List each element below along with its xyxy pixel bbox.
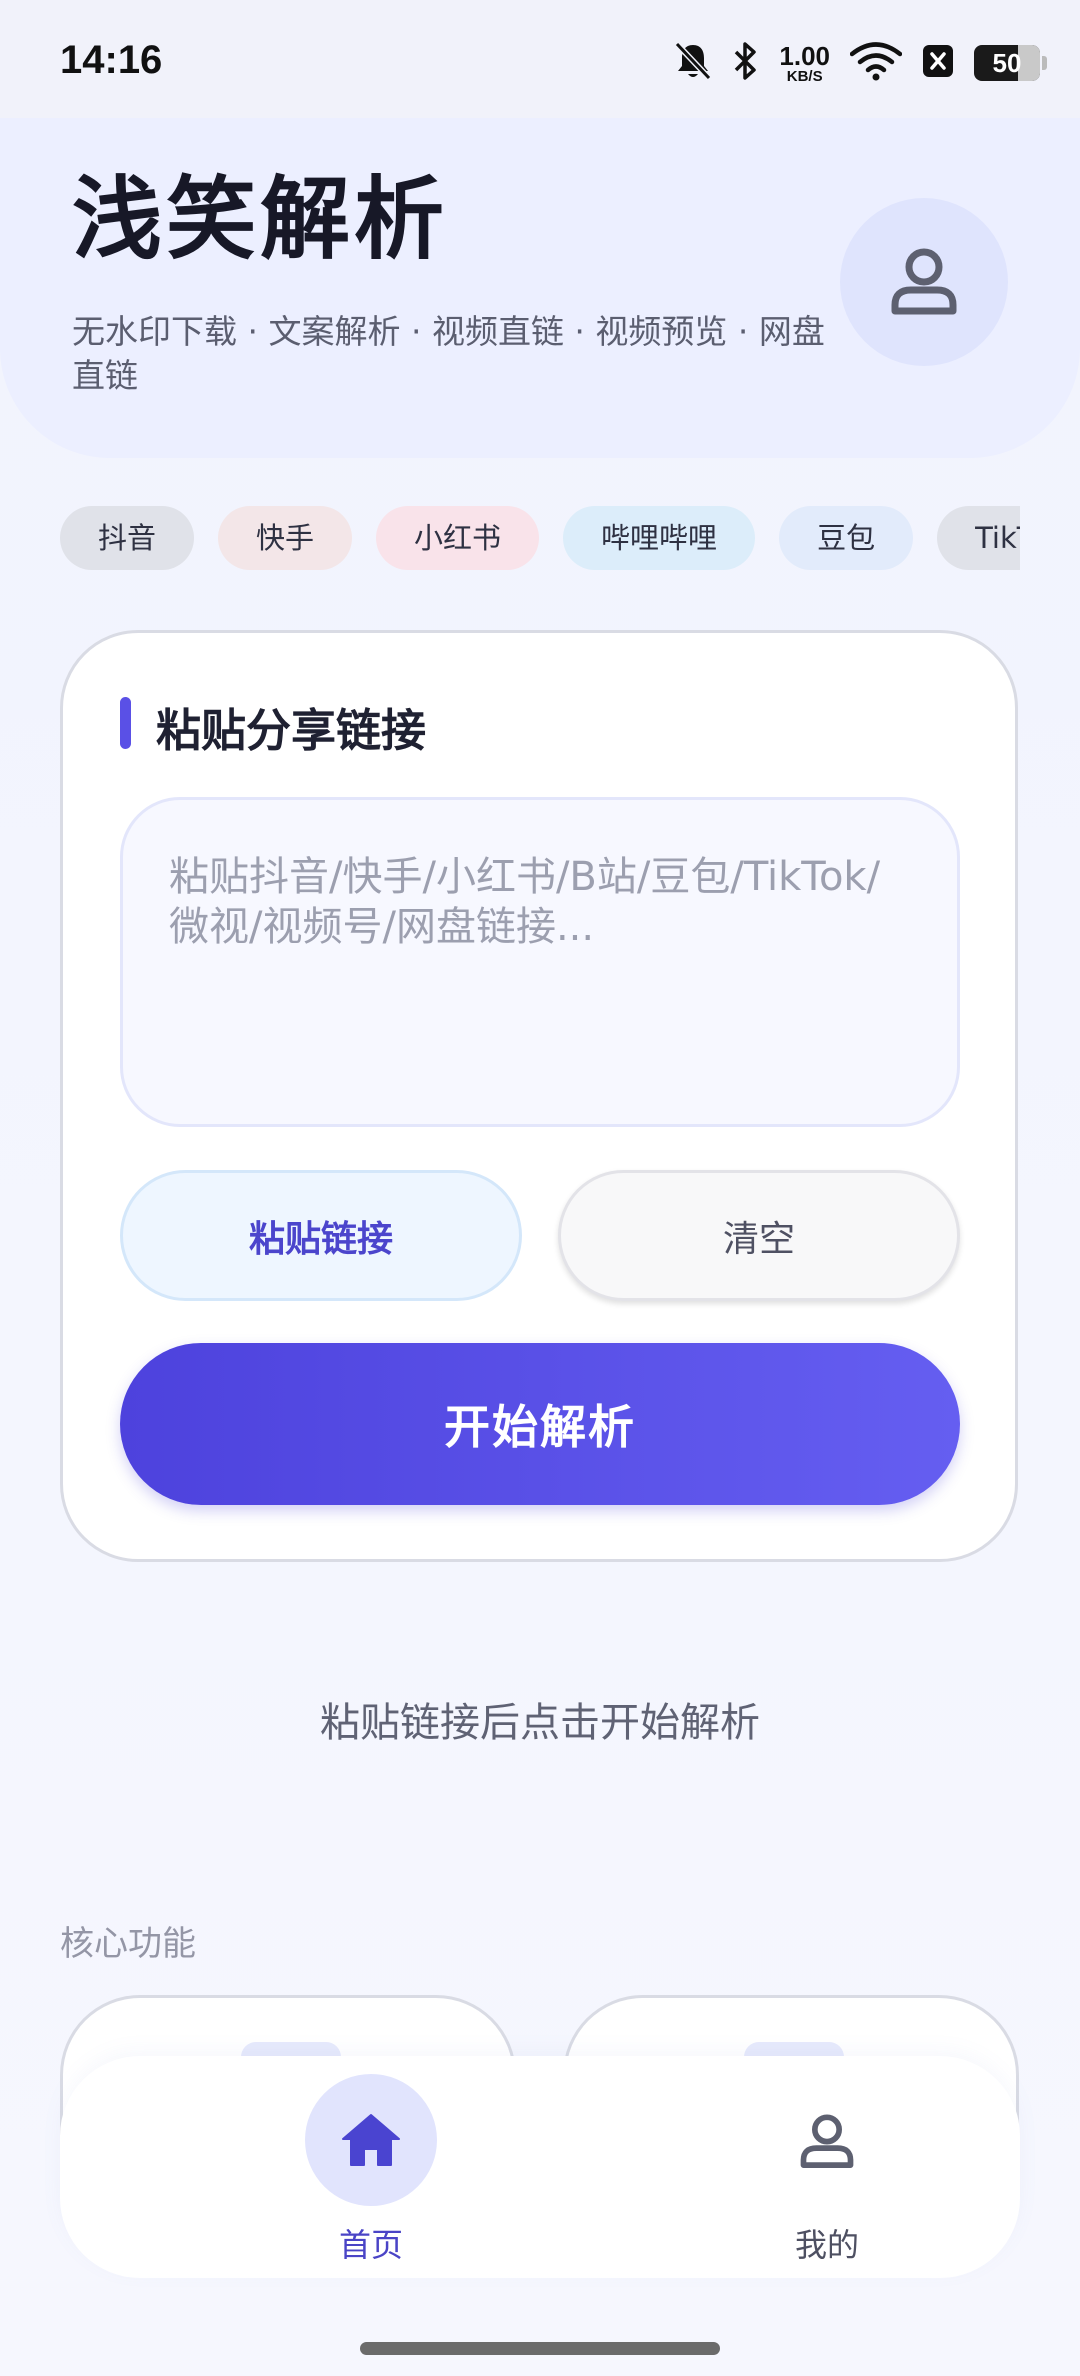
chip-bilibili[interactable]: 哔哩哔哩 xyxy=(563,506,756,570)
bluetooth-icon xyxy=(733,40,759,86)
app-subtitle: 无水印下载 · 文案解析 · 视频直链 · 视频预览 · 网盘直链 xyxy=(72,312,825,395)
chip-doubao[interactable]: 豆包 xyxy=(779,506,914,570)
nav-home-label: 首页 xyxy=(338,2226,403,2264)
nav-mine-label: 我的 xyxy=(794,2226,859,2264)
clear-button[interactable]: 清空 xyxy=(558,1170,960,1301)
app-title: 浅笑解析 xyxy=(72,167,448,272)
section-label: 核心功能 xyxy=(60,1924,196,1964)
bottom-nav: 首页 我的 xyxy=(60,2056,1020,2278)
chip-xiaohongshu[interactable]: 小红书 xyxy=(376,506,540,570)
battery-icon: 50 xyxy=(974,45,1047,81)
nav-mine[interactable]: 我的 xyxy=(702,2074,952,2264)
platform-chips: 抖音 快手 小红书 哔哩哔哩 豆包 TikTok xyxy=(60,506,1020,570)
chip-kuaishou[interactable]: 快手 xyxy=(218,506,353,570)
start-parse-button[interactable]: 开始解析 xyxy=(120,1343,960,1505)
bell-muted-icon xyxy=(673,40,713,86)
status-time: 14:16 xyxy=(60,38,163,82)
avatar-button[interactable] xyxy=(840,198,1008,366)
chip-douyin[interactable]: 抖音 xyxy=(60,506,195,570)
net-speed: 1.00 KB/S xyxy=(779,40,830,85)
status-icons: 1.00 KB/S 50 xyxy=(673,38,1047,88)
card-title: 粘贴分享链接 xyxy=(156,704,427,757)
nav-home[interactable]: 首页 xyxy=(246,2074,496,2264)
hint-text: 粘贴链接后点击开始解析 xyxy=(320,1700,760,1746)
card-title-accent xyxy=(120,697,131,749)
x-app-icon xyxy=(922,43,954,83)
user-icon xyxy=(761,2074,893,2206)
link-input[interactable] xyxy=(120,797,960,1127)
home-indicator[interactable] xyxy=(360,2342,720,2355)
chip-tiktok[interactable]: TikTok xyxy=(937,506,1020,570)
home-icon xyxy=(305,2074,437,2206)
paste-link-button[interactable]: 粘贴链接 xyxy=(120,1170,522,1301)
user-icon xyxy=(887,243,961,321)
wifi-icon xyxy=(849,41,903,85)
